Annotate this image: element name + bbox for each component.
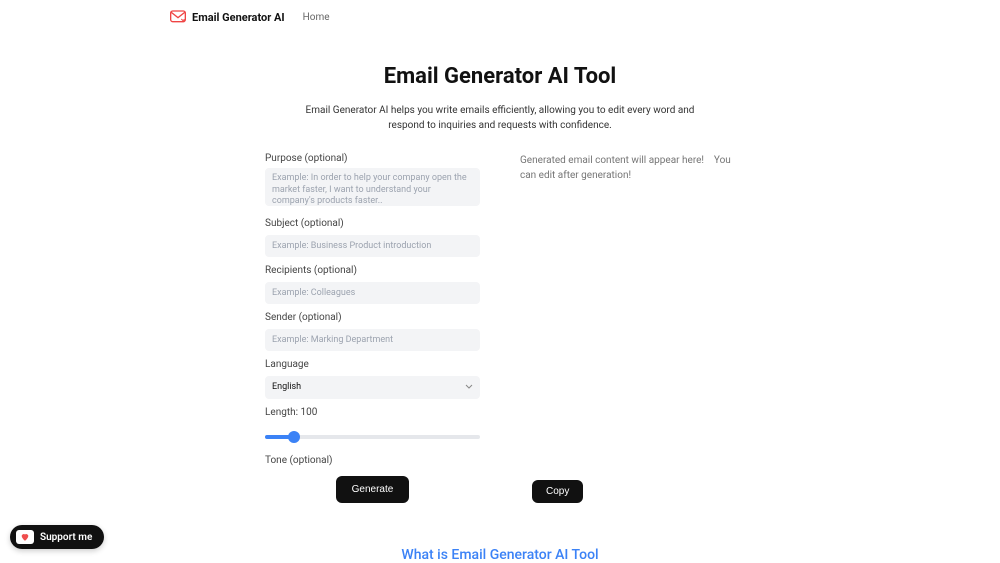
- copy-button[interactable]: Copy: [532, 480, 583, 503]
- sender-input[interactable]: [265, 329, 480, 351]
- recipients-label: Recipients (optional): [265, 265, 480, 276]
- subject-label: Subject (optional): [265, 218, 480, 229]
- length-slider[interactable]: [265, 435, 480, 439]
- recipients-field: Recipients (optional): [265, 265, 480, 304]
- form-column: Purpose (optional) Subject (optional) Re…: [265, 153, 480, 503]
- brand-text: Email Generator AI: [192, 11, 285, 24]
- length-slider-wrap: [265, 422, 480, 447]
- support-label: Support me: [40, 532, 92, 543]
- recipients-input[interactable]: [265, 282, 480, 304]
- sender-field: Sender (optional): [265, 312, 480, 351]
- brand[interactable]: Email Generator AI: [170, 10, 285, 24]
- output-column: Copy: [520, 153, 735, 503]
- subject-input[interactable]: [265, 235, 480, 257]
- length-field: Length: 100: [265, 407, 480, 447]
- tone-field: Tone (optional): [265, 455, 480, 466]
- top-nav: Email Generator AI Home: [0, 0, 1000, 34]
- purpose-input[interactable]: [265, 168, 480, 206]
- mail-icon: [170, 10, 186, 24]
- length-label: Length: 100: [265, 407, 480, 418]
- purpose-field: Purpose (optional): [265, 153, 480, 210]
- language-select[interactable]: English: [265, 376, 480, 399]
- purpose-label: Purpose (optional): [265, 153, 480, 164]
- output-textarea[interactable]: [520, 153, 735, 470]
- language-field: Language English: [265, 359, 480, 399]
- support-icon-box: [16, 530, 34, 544]
- support-me-button[interactable]: Support me: [10, 525, 104, 549]
- subject-field: Subject (optional): [265, 218, 480, 257]
- language-label: Language: [265, 359, 480, 370]
- page-description: Email Generator AI helps you write email…: [295, 103, 705, 133]
- sender-label: Sender (optional): [265, 312, 480, 323]
- hero: Email Generator AI Tool Email Generator …: [0, 64, 1000, 133]
- nav-home-link[interactable]: Home: [303, 12, 330, 23]
- generate-button[interactable]: Generate: [336, 476, 410, 503]
- main-columns: Purpose (optional) Subject (optional) Re…: [0, 153, 1000, 503]
- heart-icon: [20, 532, 30, 542]
- page-title: Email Generator AI Tool: [20, 64, 980, 89]
- footer-heading: What is Email Generator AI Tool: [0, 547, 1000, 563]
- tone-label: Tone (optional): [265, 455, 480, 466]
